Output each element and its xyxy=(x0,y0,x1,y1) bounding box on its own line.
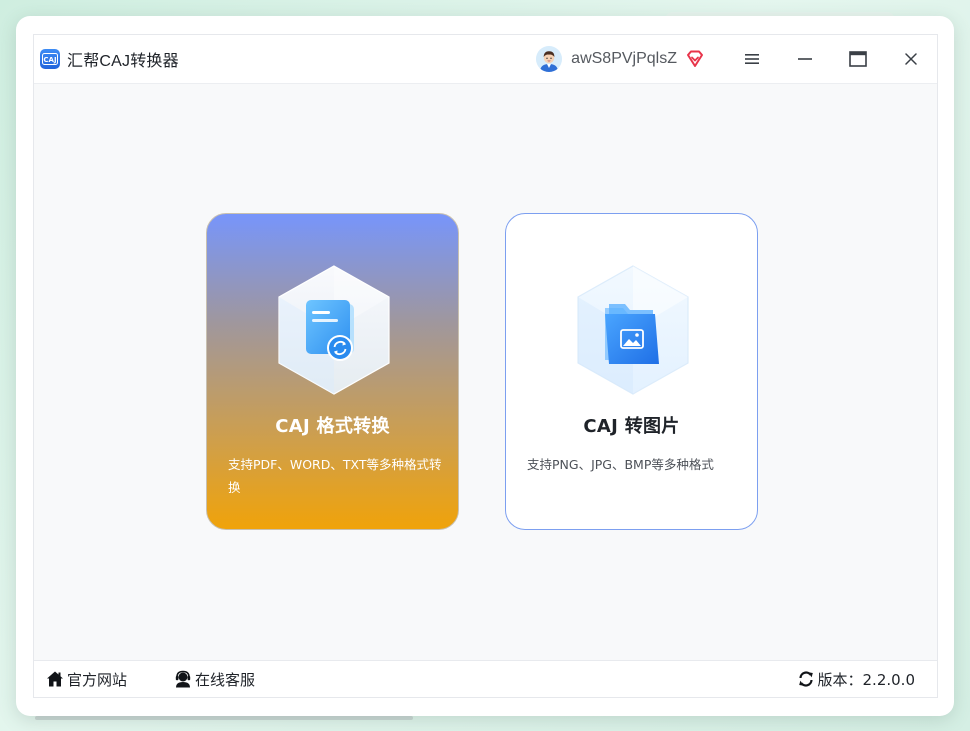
app-window: CAJ 汇帮CAJ转换器 awS8PVjPqlsZ CAJ 格式转换 支持PDF… xyxy=(33,34,938,698)
app-logo-text: CAJ xyxy=(43,56,56,64)
maximize-icon xyxy=(849,51,867,67)
card-description: 支持PDF、WORD、TXT等多种格式转换 xyxy=(228,457,442,495)
refresh-icon[interactable] xyxy=(797,670,815,688)
home-icon xyxy=(47,671,63,687)
vip-diamond-icon[interactable] xyxy=(685,49,705,69)
version-info: 版本：2.2.0.0 xyxy=(797,661,915,697)
user-avatar[interactable] xyxy=(536,46,563,72)
maximize-button[interactable] xyxy=(845,46,871,72)
minimize-icon xyxy=(798,58,812,60)
official-website-link[interactable]: 官方网站 xyxy=(46,669,127,690)
username[interactable]: awS8PVjPqlsZ xyxy=(571,50,677,68)
close-icon xyxy=(905,53,917,65)
main-content: CAJ 格式转换 支持PDF、WORD、TXT等多种格式转换 CAJ 转图片 支… xyxy=(34,84,937,660)
document-convert-icon xyxy=(276,264,392,396)
card-title: CAJ 转图片 xyxy=(583,416,680,437)
close-button[interactable] xyxy=(898,46,924,72)
background-scroll-line xyxy=(35,716,413,720)
card-description: 支持PNG、JPG、BMP等多种格式 xyxy=(527,457,714,472)
caj-to-image-card[interactable]: CAJ 转图片 支持PNG、JPG、BMP等多种格式 xyxy=(505,213,758,530)
title-bar-right: awS8PVjPqlsZ xyxy=(536,35,937,83)
app-title: 汇帮CAJ转换器 xyxy=(67,53,179,70)
official-website-label: 官方网站 xyxy=(67,670,128,689)
online-service-label: 在线客服 xyxy=(195,670,256,689)
status-bar: 官方网站 在线客服 版本：2.2.0.0 xyxy=(34,660,937,697)
image-folder-icon xyxy=(575,264,691,396)
customer-service-icon xyxy=(175,670,191,688)
version-label: 版本：2.2.0.0 xyxy=(817,670,915,689)
minimize-button[interactable] xyxy=(792,46,818,72)
caj-format-convert-card[interactable]: CAJ 格式转换 支持PDF、WORD、TXT等多种格式转换 xyxy=(206,213,459,530)
title-bar: CAJ 汇帮CAJ转换器 awS8PVjPqlsZ xyxy=(34,35,937,84)
menu-button[interactable] xyxy=(739,46,765,72)
menu-icon xyxy=(745,54,759,64)
card-title: CAJ 格式转换 xyxy=(275,416,390,437)
app-logo-icon: CAJ xyxy=(40,49,60,69)
online-service-link[interactable]: 在线客服 xyxy=(174,669,255,690)
